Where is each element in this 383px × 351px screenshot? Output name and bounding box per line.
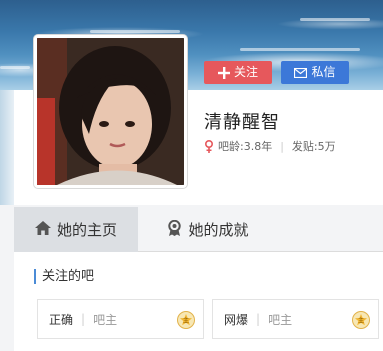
svg-text:主: 主 [358, 317, 364, 325]
plus-icon [217, 66, 230, 79]
tab-her-achievements[interactable]: 她的成就 [146, 207, 270, 252]
forum-card[interactable]: 网爆 | 吧主 主 [212, 299, 379, 339]
followed-forums-title: 关注的吧 [34, 269, 94, 284]
banner-wave [240, 48, 360, 51]
home-icon [34, 220, 51, 239]
profile-meta: 吧龄:3.8年 | 发贴:5万 [204, 138, 336, 154]
message-button[interactable]: 私信 [281, 61, 349, 84]
mail-icon [294, 67, 308, 78]
post-count: 发贴:5万 [291, 140, 336, 153]
star-badge-icon: 主 [352, 311, 370, 329]
tab-label: 她的成就 [188, 221, 249, 239]
female-icon [204, 139, 214, 153]
banner-wave [90, 30, 180, 33]
forum-card-divider: | [256, 312, 261, 326]
forum-name: 正确 [49, 312, 74, 327]
forum-age: 吧龄:3.8年 [218, 140, 273, 153]
medal-icon [167, 219, 182, 240]
forum-role: 吧主 [93, 312, 118, 327]
forum-card[interactable]: 正确 | 吧主 主 [37, 299, 204, 339]
svg-text:主: 主 [183, 317, 189, 325]
forum-card-divider: | [81, 312, 86, 326]
follow-label: 关注 [233, 65, 258, 79]
page-left-edge [0, 90, 14, 205]
meta-divider: | [280, 139, 284, 153]
forum-name: 网爆 [224, 312, 249, 327]
star-badge-icon: 主 [177, 311, 195, 329]
username: 清静醒智 [204, 112, 280, 133]
forum-role: 吧主 [268, 312, 293, 327]
message-label: 私信 [311, 65, 336, 79]
follow-button[interactable]: 关注 [204, 61, 272, 84]
avatar[interactable] [34, 35, 187, 188]
avatar-photo [37, 38, 184, 185]
tab-label: 她的主页 [56, 221, 117, 239]
banner-wave [0, 66, 30, 69]
banner-wave [300, 18, 370, 21]
tab-her-homepage[interactable]: 她的主页 [14, 207, 138, 252]
